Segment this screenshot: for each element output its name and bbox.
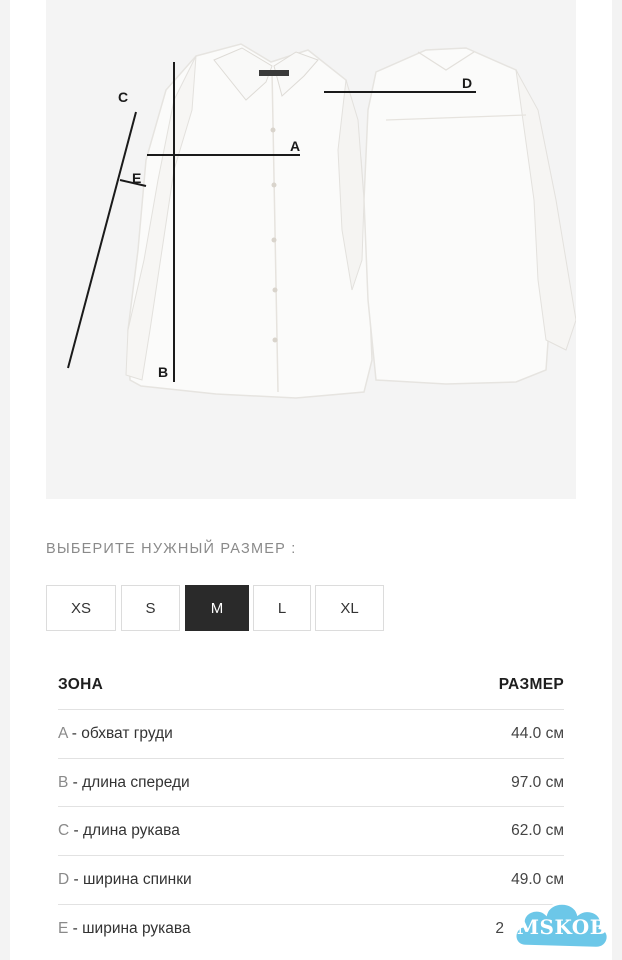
divider <box>58 758 564 759</box>
label-b: B <box>158 364 169 380</box>
table-row: E - ширина рукава 2 <box>58 920 564 938</box>
row-zone: D - ширина спинки <box>58 871 192 888</box>
divider <box>58 709 564 710</box>
label-a: A <box>290 138 301 154</box>
size-prompt: ВЫБЕРИТЕ НУЖНЫЙ РАЗМЕР : <box>46 541 297 557</box>
label-c: C <box>118 89 129 105</box>
size-table-header: ЗОНА РАЗМЕР <box>58 676 564 694</box>
row-value: 44.0 см <box>511 725 564 742</box>
row-zone: B - длина спереди <box>58 774 190 791</box>
size-button-xl[interactable]: XL <box>315 585 384 631</box>
table-row: C - длина рукава 62.0 см <box>58 822 564 840</box>
row-zone: A - обхват груди <box>58 725 173 742</box>
divider <box>58 855 564 856</box>
label-e: E <box>132 170 142 186</box>
divider <box>58 806 564 807</box>
header-zone: ЗОНА <box>58 676 104 693</box>
table-row: A - обхват груди 44.0 см <box>58 725 564 743</box>
shirt-front-illustration <box>125 43 373 399</box>
table-row: D - ширина спинки 49.0 см <box>58 871 564 889</box>
row-value: 62.0 см <box>511 822 564 839</box>
table-row: B - длина спереди 97.0 см <box>58 774 564 792</box>
size-button-l[interactable]: L <box>253 585 311 631</box>
side-shade-right <box>612 0 622 960</box>
row-value: 49.0 см <box>511 871 564 888</box>
row-zone: E - ширина рукава <box>58 920 191 937</box>
size-button-xs[interactable]: XS <box>46 585 116 631</box>
divider <box>58 904 564 905</box>
row-value: 2 <box>495 920 504 937</box>
label-d: D <box>462 75 473 91</box>
shirt-diagram <box>67 43 576 399</box>
watermark-text: MSKOB <box>516 915 608 939</box>
size-button-s[interactable]: S <box>121 585 180 631</box>
product-measurement-image: A B C D E <box>46 0 576 499</box>
row-value: 97.0 см <box>511 774 564 791</box>
shirt-back-illustration <box>363 47 576 385</box>
size-button-m[interactable]: M <box>185 585 249 631</box>
header-size: РАЗМЕР <box>498 676 564 693</box>
row-zone: C - длина рукава <box>58 822 180 839</box>
side-shade-left <box>0 0 10 960</box>
page: A B C D E ВЫБЕРИТЕ НУЖНЫЙ РАЗМЕР : XS S … <box>0 0 622 960</box>
